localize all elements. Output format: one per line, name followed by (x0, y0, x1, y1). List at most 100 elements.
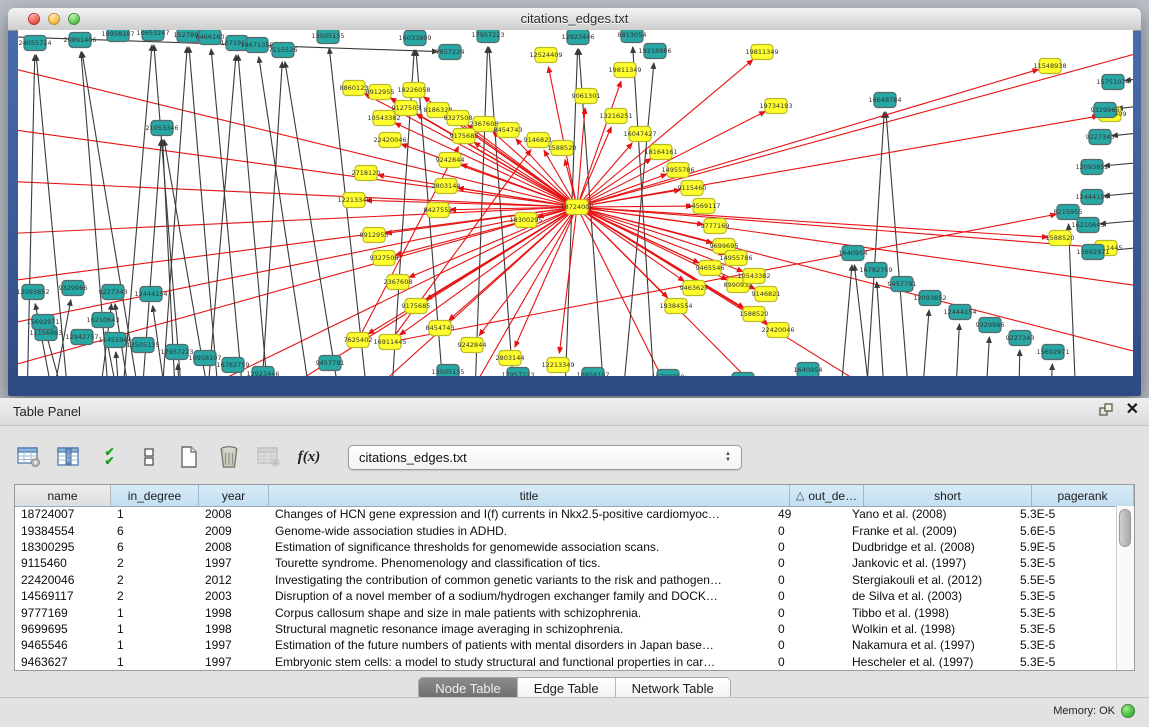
column-header-pagerank[interactable]: pagerank (1032, 485, 1134, 506)
graph-node[interactable]: 12444154 (134, 287, 167, 302)
graph-node[interactable]: 8912955 (366, 85, 395, 100)
graph-node[interactable]: 11548938 (1033, 59, 1066, 74)
graph-node[interactable]: 9175685 (450, 129, 479, 144)
table-row[interactable]: 946362711997Embryonic stem cells: a mode… (15, 654, 1116, 670)
citation-network-graph[interactable]: 1872400712524409198113499061301132162511… (18, 30, 1133, 376)
table-row[interactable]: 1830029562008Estimation of significance … (15, 539, 1116, 555)
graph-node[interactable]: 12923446 (726, 373, 759, 377)
graph-node[interactable]: 1588520 (1046, 231, 1075, 246)
graph-node[interactable]: 17957223 (471, 30, 504, 43)
column-header-out_de[interactable]: △out_de… (790, 485, 864, 506)
graph-node[interactable]: 12524409 (529, 48, 562, 63)
network-table-select[interactable]: citations_edges.txt ▲▼ (348, 445, 742, 470)
graph-node[interactable]: 1640954 (794, 363, 823, 377)
graph-node[interactable]: 8454743 (426, 321, 455, 336)
graph-node[interactable]: 9465546 (696, 261, 725, 276)
graph-node[interactable]: 12093852 (1075, 160, 1108, 175)
graph-node[interactable]: 9115460 (678, 181, 707, 196)
graph-node[interactable]: 13505135 (431, 365, 464, 377)
graph-node[interactable]: 9777169 (701, 219, 730, 234)
scrollbar-thumb[interactable] (1119, 509, 1131, 547)
graph-node[interactable]: 9457791 (888, 277, 917, 292)
table-row[interactable]: 1872400712008Changes of HCN gene express… (15, 506, 1116, 522)
table-row[interactable]: 969969511998Structural magnetic resonanc… (15, 621, 1116, 637)
column-edit-button[interactable] (54, 443, 84, 471)
graph-node[interactable]: 9175685 (402, 299, 431, 314)
graph-node[interactable]: 16033809 (398, 31, 431, 46)
float-panel-icon[interactable] (1098, 402, 1114, 418)
graph-node[interactable]: 7625402 (344, 333, 373, 348)
graph-node[interactable]: 9242844 (458, 338, 487, 353)
memory-status-icon[interactable] (1121, 704, 1135, 718)
column-header-in_degree[interactable]: in_degree (111, 485, 199, 506)
graph-node[interactable]: 22420046 (373, 133, 406, 148)
graph-node[interactable]: 9329966 (1091, 103, 1120, 118)
tab-network-table[interactable]: Network Table (616, 678, 730, 699)
graph-node[interactable]: 10653247 (136, 30, 169, 41)
column-header-year[interactable]: year (199, 485, 269, 506)
graph-node[interactable]: 9227343 (99, 285, 128, 300)
graph-node[interactable]: 1588520 (548, 141, 577, 156)
graph-node[interactable]: 2367608 (384, 275, 413, 290)
graph-node[interactable]: 15751074 (1096, 75, 1129, 90)
graph-node[interactable]: 2803144 (496, 351, 525, 366)
graph-node[interactable]: 12923446 (561, 30, 594, 45)
graph-node[interactable]: 19811349 (745, 45, 778, 60)
graph-node[interactable]: 9146821 (752, 287, 781, 302)
table-row[interactable]: 2242004622012Investigating the contribut… (15, 572, 1116, 588)
function-builder-button[interactable]: f(x) (294, 443, 324, 471)
table-row[interactable]: 977716911998Corpus callosum shape and si… (15, 604, 1116, 620)
graph-node[interactable]: 9327508 (370, 251, 399, 266)
delete-table-button[interactable] (214, 443, 244, 471)
table-row[interactable]: 946554611997Estimation of the future num… (15, 637, 1116, 653)
graph-node[interactable]: 16911445 (373, 335, 406, 350)
table-row[interactable]: 1938455462009Genome-wide association stu… (15, 522, 1116, 538)
new-file-button[interactable] (174, 443, 204, 471)
graph-node[interactable]: 13216251 (599, 109, 632, 124)
graph-node[interactable]: 2803144 (432, 179, 461, 194)
graph-node[interactable]: 1640954 (839, 246, 868, 261)
graph-node[interactable]: 14955786 (661, 163, 694, 178)
column-header-name[interactable]: name (15, 485, 111, 506)
graph-node[interactable]: 17957223 (501, 368, 534, 377)
graph-node[interactable]: 12213349 (337, 193, 370, 208)
network-canvas[interactable]: 1872400712524409198113499061301132162511… (18, 30, 1133, 376)
graph-node[interactable]: 19384554 (659, 299, 692, 314)
graph-node[interactable]: 14569117 (687, 199, 720, 214)
graph-node[interactable]: 19218986 (638, 44, 671, 59)
graph-node[interactable]: 16047427 (623, 127, 656, 142)
close-panel-icon[interactable]: ✕ (1126, 402, 1139, 418)
graph-node[interactable]: 13505135 (311, 30, 344, 44)
graph-node[interactable]: 16782759 (651, 370, 684, 377)
graph-node[interactable]: 19811349 (608, 63, 641, 78)
graph-node[interactable]: 21053346 (145, 121, 178, 136)
graph-node[interactable]: 12923446 (246, 367, 279, 377)
row-height-button[interactable] (134, 443, 164, 471)
graph-node[interactable]: 9327508 (444, 111, 473, 126)
graph-node[interactable]: 8454743 (494, 123, 523, 138)
tab-edge-table[interactable]: Edge Table (518, 678, 616, 699)
graph-node[interactable]: 15692971 (1036, 345, 1069, 360)
table-row[interactable]: 1456911722003Disruption of a novel membe… (15, 588, 1116, 604)
graph-node[interactable]: 20891406 (63, 33, 96, 48)
graph-node[interactable]: 9463627 (680, 281, 709, 296)
graph-node[interactable]: 8860123 (340, 81, 369, 96)
graph-node[interactable]: 16782759 (859, 263, 892, 278)
table-settings-button[interactable] (14, 443, 44, 471)
graph-node[interactable]: 7515526 (269, 43, 298, 58)
table-vertical-scrollbar[interactable] (1116, 506, 1134, 670)
graph-node[interactable]: 16648784 (868, 93, 901, 108)
graph-node[interactable]: 19734193 (759, 99, 792, 114)
graph-node[interactable]: 2718120 (352, 166, 381, 181)
graph-node[interactable]: 9329966 (976, 318, 1005, 333)
graph-node[interactable]: 12213349 (541, 358, 574, 373)
graph-node[interactable]: 8813054 (618, 30, 647, 43)
graph-node[interactable]: 9457791 (316, 356, 345, 371)
graph-node[interactable]: 12444154 (943, 305, 976, 320)
graph-node[interactable]: 9329966 (59, 281, 88, 296)
graph-node[interactable]: 16210643 (86, 313, 119, 328)
column-header-short[interactable]: short (864, 485, 1032, 506)
graph-node[interactable]: 7857224 (436, 45, 465, 60)
column-header-title[interactable]: title (269, 485, 790, 506)
graph-node[interactable]: 12444154 (1075, 190, 1108, 205)
